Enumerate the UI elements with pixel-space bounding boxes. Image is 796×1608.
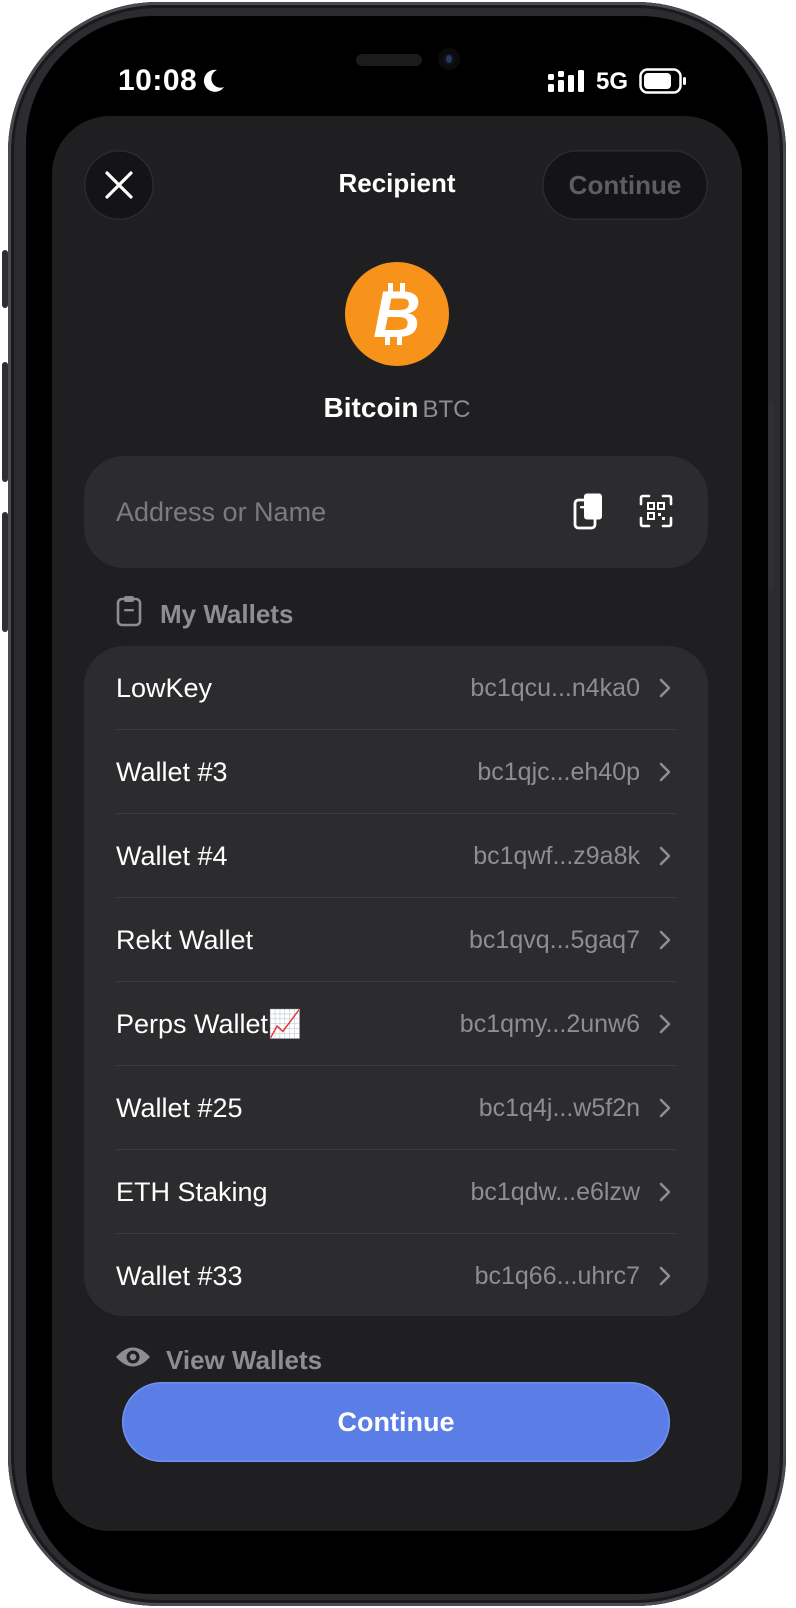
eye-icon <box>114 1344 152 1377</box>
status-bar: 10:08 5G <box>26 16 768 126</box>
wallet-address: bc1q4j...w5f2n <box>478 1093 640 1122</box>
bitcoin-icon: B <box>345 262 449 366</box>
wallet-address: bc1qcu...n4ka0 <box>470 673 640 702</box>
screen: 10:08 5G Recipient Continue B Bitcoin BT… <box>26 16 768 1594</box>
volume-down-button <box>2 512 8 632</box>
action-button <box>2 250 8 308</box>
wallet-address: bc1qmy...2unw6 <box>459 1009 640 1038</box>
wallet-address: bc1qvq...5gaq7 <box>469 925 640 954</box>
wallet-row[interactable]: Rekt Wallet bc1qvq...5gaq7 <box>116 898 676 982</box>
my-wallets-label: My Wallets <box>160 598 294 629</box>
wallet-row[interactable]: Perps Wallet📈 bc1qmy...2unw6 <box>116 982 676 1066</box>
view-wallets-link[interactable]: View Wallets <box>114 1340 322 1380</box>
view-wallets-label: View Wallets <box>166 1344 323 1375</box>
wallet-name: ETH Staking <box>116 1176 268 1207</box>
wallet-address: bc1qdw...e6lzw <box>470 1177 640 1206</box>
wallet-row[interactable]: Wallet #25 bc1q4j...w5f2n <box>116 1066 676 1150</box>
wallet-row[interactable]: ETH Staking bc1qdw...e6lzw <box>116 1150 676 1234</box>
chevron-right-icon <box>654 1265 676 1287</box>
battery-icon <box>639 68 687 99</box>
chevron-right-icon <box>654 929 676 951</box>
qr-scan-icon[interactable] <box>639 494 673 533</box>
my-wallets-heading: My Wallets <box>116 594 293 634</box>
chevron-right-icon <box>654 1097 676 1119</box>
wallet-name: Wallet #33 <box>116 1260 243 1291</box>
asset-label: Bitcoin BTC <box>52 392 742 424</box>
wallet-row[interactable]: LowKey bc1qcu...n4ka0 <box>116 646 676 730</box>
wallet-name: Wallet #4 <box>116 840 228 871</box>
clipboard-icon <box>116 595 142 634</box>
network-type: 5G <box>596 68 629 95</box>
phone-frame: 10:08 5G Recipient Continue B Bitcoin BT… <box>2 2 786 1606</box>
status-time: 10:08 <box>118 64 198 97</box>
wallet-row[interactable]: Wallet #4 bc1qwf...z9a8k <box>116 814 676 898</box>
wallet-row[interactable]: Wallet #33 bc1q66...uhrc7 <box>116 1234 676 1316</box>
wallet-list: LowKey bc1qcu...n4ka0 Wallet #3 bc1qjc..… <box>84 646 708 1316</box>
address-field[interactable] <box>84 456 708 568</box>
wallet-address: bc1qwf...z9a8k <box>473 841 640 870</box>
volume-up-button <box>2 362 8 482</box>
chevron-right-icon <box>654 845 676 867</box>
paste-icon[interactable] <box>572 492 606 535</box>
speaker-grille <box>356 54 422 66</box>
chevron-right-icon <box>654 677 676 699</box>
chevron-right-icon <box>654 1013 676 1035</box>
wallet-name: Perps Wallet📈 <box>116 1009 302 1039</box>
wallet-row[interactable]: Wallet #3 bc1qjc...eh40p <box>116 730 676 814</box>
power-button <box>768 402 774 590</box>
asset-symbol: BTC <box>422 396 471 423</box>
wallet-name: Rekt Wallet <box>116 924 254 955</box>
asset-name: Bitcoin <box>323 392 419 423</box>
wallet-name: Wallet #3 <box>116 756 228 787</box>
chevron-right-icon <box>654 1181 676 1203</box>
address-input[interactable] <box>116 456 556 568</box>
wallet-name: LowKey <box>116 672 213 703</box>
header-continue-button[interactable]: Continue <box>542 150 708 220</box>
chevron-right-icon <box>654 761 676 783</box>
wallet-address: bc1qjc...eh40p <box>477 757 640 786</box>
wallet-name: Wallet #25 <box>116 1092 243 1123</box>
moon-icon <box>202 68 226 99</box>
front-camera <box>438 48 460 70</box>
signal-icon <box>548 70 586 99</box>
continue-button[interactable]: Continue <box>122 1382 670 1462</box>
wallet-address: bc1q66...uhrc7 <box>474 1261 640 1290</box>
recipient-sheet: Recipient Continue B Bitcoin BTC Address… <box>52 116 742 1531</box>
